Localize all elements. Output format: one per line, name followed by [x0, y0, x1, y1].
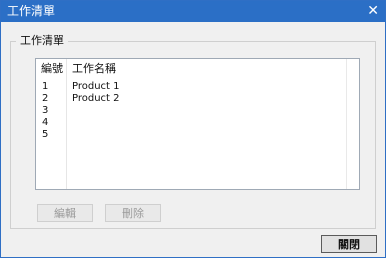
work-list-table[interactable]: 編號 工作名稱 1 Product 1 2 Product 2 3 4 5	[35, 58, 360, 190]
row-number: 5	[42, 129, 49, 140]
table-row[interactable]: 4	[36, 117, 346, 129]
edit-button[interactable]: 編輯	[37, 204, 93, 222]
table-header: 編號 工作名稱	[36, 59, 346, 75]
window-title: 工作清單	[7, 4, 56, 18]
work-list-dialog: 工作清單 ✕ 工作清單 編號 工作名稱 1 Product 1 2 Produc…	[0, 0, 386, 258]
table-row[interactable]: 2 Product 2	[36, 93, 346, 105]
groupbox-label: 工作清單	[16, 34, 68, 48]
close-button[interactable]: 關閉	[321, 235, 377, 253]
row-work-name: Product 1	[72, 81, 120, 92]
title-bar[interactable]: 工作清單 ✕	[1, 1, 385, 22]
table-row[interactable]: 1 Product 1	[36, 81, 346, 93]
row-number: 1	[42, 81, 49, 92]
delete-button[interactable]: 刪除	[105, 204, 161, 222]
row-number: 4	[42, 117, 49, 128]
row-number: 3	[42, 105, 49, 116]
close-icon[interactable]: ✕	[367, 3, 379, 19]
row-work-name: Product 2	[72, 93, 120, 104]
table-row[interactable]: 3	[36, 105, 346, 117]
vertical-scrollbar[interactable]	[346, 59, 359, 189]
table-row[interactable]: 5	[36, 129, 346, 141]
column-header-number[interactable]: 編號	[41, 61, 63, 77]
column-header-work-name[interactable]: 工作名稱	[72, 61, 116, 77]
row-number: 2	[42, 93, 49, 104]
